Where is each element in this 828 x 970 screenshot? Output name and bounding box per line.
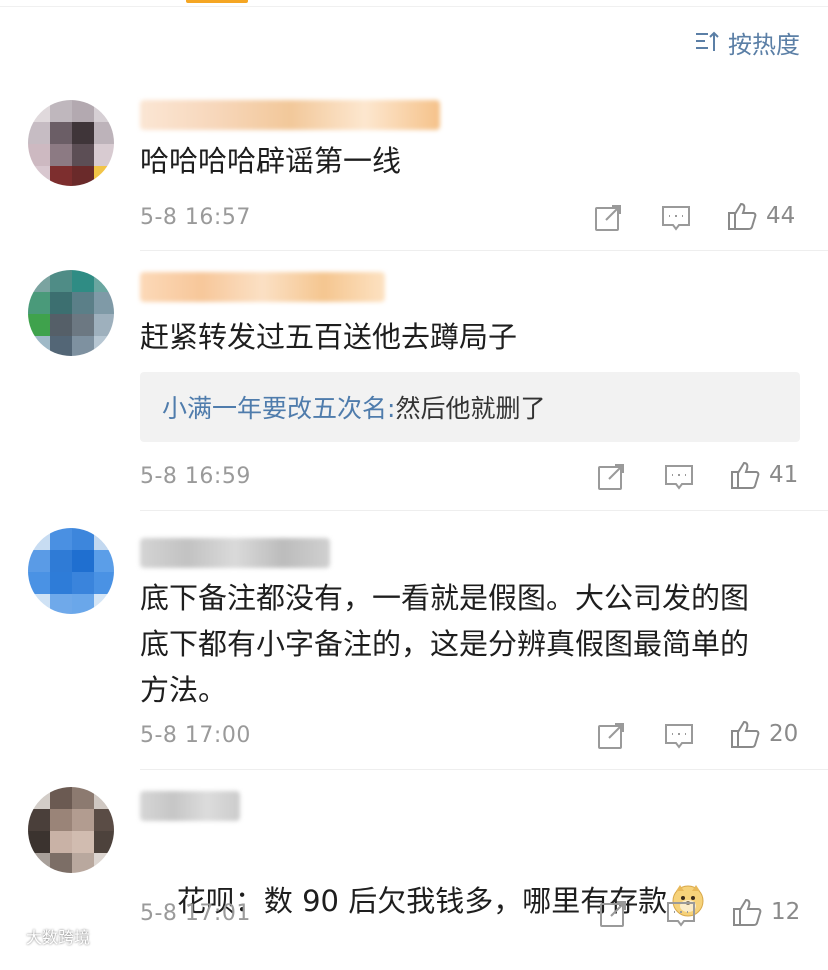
sort-list-icon	[696, 31, 719, 51]
comment-icon	[665, 465, 693, 490]
reply-text: 然后他就删了	[395, 394, 546, 423]
comment-button[interactable]	[665, 898, 697, 930]
comment-button[interactable]	[660, 202, 692, 234]
like-count: 44	[766, 203, 796, 229]
like-button[interactable]: 20	[729, 718, 798, 750]
comment-time: 5-8 17:01	[140, 901, 251, 926]
comment-button[interactable]	[663, 720, 695, 752]
share-button[interactable]	[595, 720, 627, 752]
comment-divider	[140, 250, 828, 251]
like-count: 41	[769, 462, 799, 488]
comment-icon	[667, 902, 695, 927]
reply-author[interactable]: 小满一年要改五次名:	[162, 389, 395, 425]
thumbs-up-icon	[728, 202, 757, 230]
like-button[interactable]: 12	[731, 896, 800, 928]
thumbs-up-icon	[731, 461, 760, 489]
thumbs-up-icon	[731, 720, 760, 748]
share-button[interactable]	[597, 898, 629, 930]
comment-time: 5-8 16:59	[140, 464, 251, 489]
watermark: 大数跨境	[4, 924, 90, 948]
comment-divider	[140, 769, 828, 770]
top-divider	[0, 6, 828, 7]
sort-by-hot-button[interactable]: 按热度	[694, 24, 800, 60]
share-icon	[598, 464, 624, 490]
sort-label: 按热度	[728, 30, 800, 59]
comment-button[interactable]	[663, 461, 695, 493]
share-button[interactable]	[592, 202, 624, 234]
username[interactable]	[140, 272, 385, 302]
thumbs-up-icon	[733, 898, 762, 926]
avatar[interactable]	[28, 270, 114, 356]
like-button[interactable]: 41	[729, 459, 798, 491]
username[interactable]	[140, 538, 330, 568]
comment-text: 底下备注都没有，一看就是假图。大公司发的图 底下都有小字备注的，这是分辨真假图最…	[140, 581, 750, 707]
username[interactable]	[140, 791, 240, 821]
share-button[interactable]	[595, 461, 627, 493]
like-count: 12	[771, 899, 801, 925]
watermark-logo-icon	[5, 928, 21, 944]
avatar[interactable]	[28, 528, 114, 614]
comment-time: 5-8 17:00	[140, 723, 251, 748]
comment-time: 5-8 16:57	[140, 205, 251, 230]
avatar[interactable]	[28, 100, 114, 186]
share-icon	[598, 723, 624, 749]
avatar[interactable]	[28, 787, 114, 873]
share-icon	[600, 901, 626, 927]
like-count: 20	[769, 721, 799, 747]
watermark-text: 大数跨境	[26, 928, 91, 947]
comment-icon	[662, 206, 690, 231]
like-button[interactable]: 44	[726, 200, 795, 232]
top-tab-indicator	[186, 0, 248, 3]
comment-divider	[140, 510, 828, 511]
comment-text: 赶紧转发过五百送他去蹲局子	[140, 320, 518, 354]
share-icon	[595, 205, 621, 231]
comment-icon	[665, 724, 693, 749]
reply-box[interactable]: 小满一年要改五次名: 然后他就删了	[140, 372, 800, 442]
username[interactable]	[140, 100, 440, 130]
comment-text: 哈哈哈哈辟谣第一线	[140, 144, 402, 178]
